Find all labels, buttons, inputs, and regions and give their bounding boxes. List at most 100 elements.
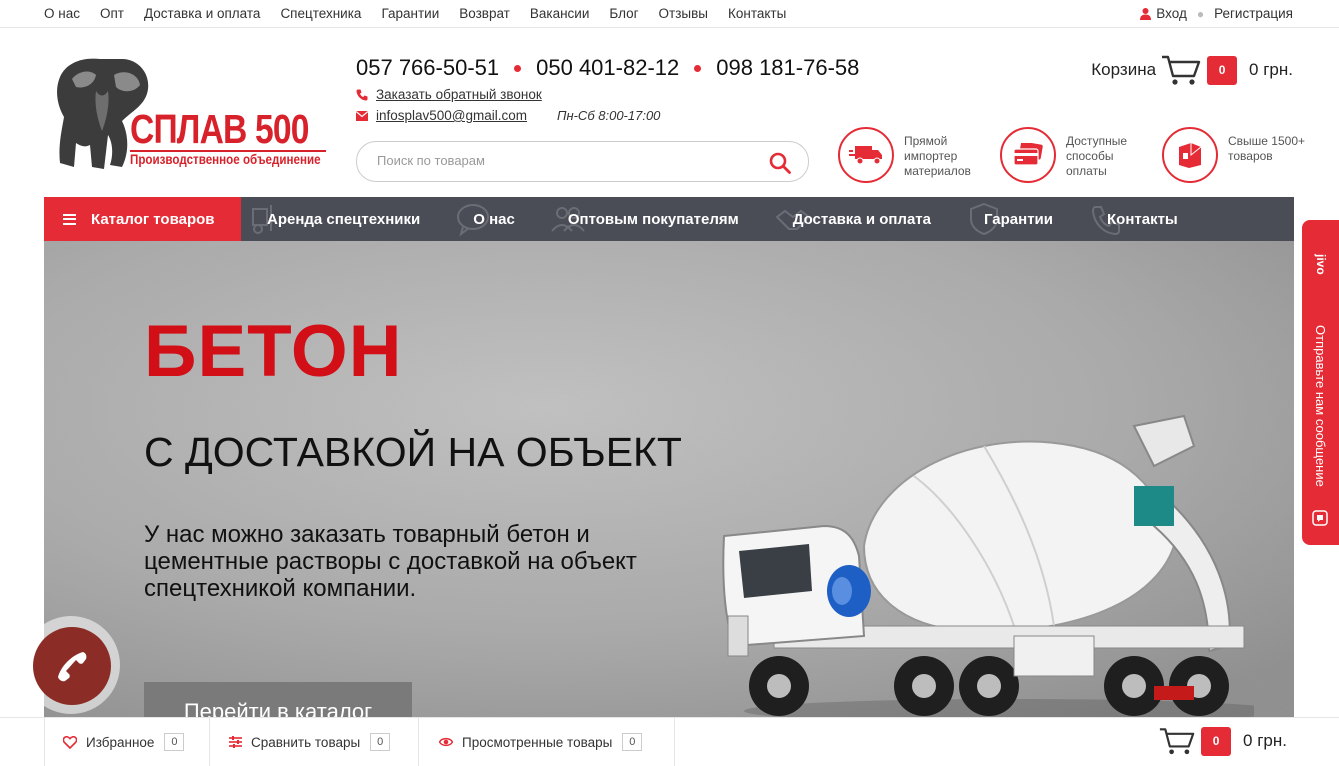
handshake-icon [775,209,811,230]
top-nav-link-vacancies[interactable]: Вакансии [530,6,590,21]
separator-dot: ● [1196,6,1205,21]
nav-item-contacts[interactable]: Контакты [1092,205,1178,235]
search-icon[interactable] [769,152,791,174]
handset-icon [58,652,87,682]
search-box [356,141,809,182]
nav-item-rental[interactable]: Аренда спецтехники [252,204,421,234]
divider [418,718,419,766]
favorites-count: 0 [164,733,185,751]
main-nav: Каталог товаров Аренда спецтехники О нас… [44,197,1294,241]
cart-label: Корзина [1091,60,1157,79]
heart-icon [63,735,77,749]
top-nav-link-blog[interactable]: Блог [609,6,638,21]
auth-links: Вход ● Регистрация [1140,6,1293,21]
eye-icon [439,737,453,747]
callback-link[interactable]: Заказать обратный звонок [376,87,542,102]
truck-icon [849,146,882,165]
divider [44,718,45,766]
working-hours: Пн-Сб 8:00-17:00 [557,108,661,123]
logo-title: СПЛАВ 500 [130,106,309,152]
top-nav-link-delivery[interactable]: Доставка и оплата [144,6,260,21]
nav-item-label: Оптовым покупателям [567,210,739,228]
footer-cart[interactable]: 0 0 грн. [1159,726,1287,756]
viewed-link[interactable]: Просмотренные товары 0 [439,718,643,766]
phone-icon [356,89,368,100]
register-link[interactable]: Регистрация [1214,6,1293,21]
call-button[interactable] [22,616,120,714]
feature-circle [1000,127,1056,183]
compare-count: 0 [370,733,391,751]
catalog-button[interactable]: Каталог товаров [44,197,241,241]
callback-row: Заказать обратный звонок [356,87,542,102]
nav-item-label: Аренда спецтехники [267,210,421,228]
top-nav-link-machinery[interactable]: Спецтехника [280,6,361,21]
top-nav-link-return[interactable]: Возврат [459,6,510,21]
jivo-logo: jivo [1314,254,1328,275]
compare-link[interactable]: Сравнить товары 0 [229,718,391,766]
feature-text: Прямой импортер материалов [904,134,971,178]
sliders-icon [229,736,242,748]
nav-item-delivery[interactable]: Доставка и оплата [775,209,931,230]
bottom-bar: Избранное 0 Сравнить товары 0 Просмотрен… [0,717,1339,766]
contact-icon [1092,205,1121,235]
hero-catalog-button[interactable]: Перейти в каталог [144,682,412,717]
feature-text: Свыше 1500+ товаров [1228,134,1306,163]
hamburger-icon [63,213,76,225]
header-cart[interactable]: Корзина 0 0 грн. [1091,54,1293,86]
cart-count-badge: 0 [1207,55,1238,85]
envelope-icon [356,110,368,121]
favorites-label: Избранное [86,734,155,750]
email-row: infosplav500@gmail.com Пн-Сб 8:00-17:00 [356,108,660,123]
chat-widget-tab[interactable]: jivo Отправьте нам сообщение [1302,220,1339,545]
divider [674,718,675,766]
cart-icon [1162,55,1201,85]
top-nav-link-contacts[interactable]: Контакты [728,6,786,21]
viewed-label: Просмотренные товары [462,734,613,750]
favorites-link[interactable]: Избранное 0 [63,718,185,766]
phone-numbers: 057 766-50-51 050 401-82-12 098 181-76-5… [356,55,859,81]
cart-sum: 0 грн. [1249,60,1293,79]
top-nav-link-wholesale[interactable]: Опт [100,6,124,21]
cart-sum: 0 грн. [1243,731,1287,750]
card-icon [1013,143,1043,166]
call-button-inner [33,627,111,705]
chat-bubble-icon [1312,510,1328,526]
top-nav: О нас Опт Доставка и оплата Спецтехника … [44,6,806,21]
top-nav-link-about[interactable]: О нас [44,6,80,21]
email-link[interactable]: infosplav500@gmail.com [376,108,527,123]
top-bar: О нас Опт Доставка и оплата Спецтехника … [0,0,1339,28]
feature-circle [838,127,894,183]
logo-subtitle: Производственное объединение [130,152,321,167]
nav-item-about[interactable]: О нас [457,203,515,237]
phone-2[interactable]: 050 401-82-12 [536,55,679,81]
concrete-mixer-truck-image [722,414,1254,717]
hero-banner: БЕТОН С ДОСТАВКОЙ НА ОБЪЕКТ У нас можно … [44,241,1294,717]
people-icon [551,206,585,232]
shield-icon [970,202,998,235]
phone-1[interactable]: 057 766-50-51 [356,55,499,81]
viewed-count: 0 [622,733,643,751]
top-nav-link-reviews[interactable]: Отзывы [659,6,708,21]
phone-separator [514,64,522,72]
phone-3[interactable]: 098 181-76-58 [716,55,859,81]
forklift-icon [252,204,272,234]
login-link[interactable]: Вход [1156,6,1187,21]
top-nav-link-warranty[interactable]: Гарантии [381,6,439,21]
hero-subtitle: С ДОСТАВКОЙ НА ОБЪЕКТ [144,429,682,475]
compare-label: Сравнить товары [251,734,361,750]
feature-circle [1162,127,1218,183]
feature-payment: Доступные способы оплаты [1000,127,1162,183]
cart-icon [1159,728,1195,755]
user-icon [1140,7,1152,20]
chat-icon [457,203,490,237]
feature-importer: Прямой импортер материалов [838,127,1000,183]
catalog-button-label: Каталог товаров [91,210,215,228]
feature-text: Доступные способы оплаты [1066,134,1127,178]
box-icon [1179,143,1202,168]
phone-separator [694,64,702,72]
search-input[interactable] [377,153,757,168]
hero-text: У нас можно заказать товарный бетон и це… [144,521,637,602]
feature-products: Свыше 1500+ товаров [1162,127,1324,183]
nav-item-warranty[interactable]: Гарантии [970,202,1053,235]
nav-item-wholesale[interactable]: Оптовым покупателям [551,206,739,232]
